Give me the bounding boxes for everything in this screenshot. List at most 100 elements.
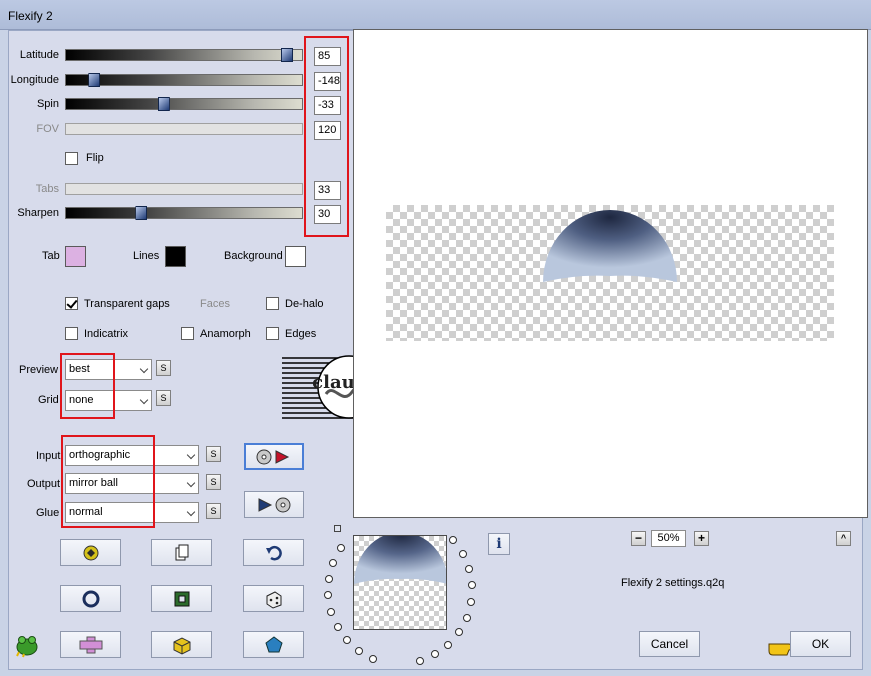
- settings-filename: Flexify 2 settings.q2q: [621, 577, 725, 589]
- tabs-slider: [65, 183, 303, 195]
- plus-shape-button[interactable]: [60, 631, 121, 658]
- ok-button[interactable]: OK: [790, 631, 851, 657]
- flip-label: Flip: [86, 152, 104, 164]
- longitude-label: Longitude: [10, 74, 59, 86]
- chevron-up-icon: ^: [840, 533, 847, 543]
- anamorph-checkbox[interactable]: [181, 327, 194, 340]
- latitude-slider[interactable]: [65, 48, 303, 62]
- chevron-down-icon: [139, 395, 149, 405]
- zoom-out-button[interactable]: −: [631, 531, 646, 546]
- ring-button[interactable]: [60, 585, 121, 612]
- square-frame-icon: [174, 591, 189, 606]
- box-icon: [173, 636, 190, 655]
- pentagon-button[interactable]: [243, 631, 304, 658]
- sharpen-label: Sharpen: [17, 207, 59, 219]
- highlight-box-projection: [61, 435, 155, 528]
- fov-slider: [65, 123, 303, 135]
- background-color-label: Background: [224, 250, 283, 262]
- random-button[interactable]: [60, 539, 121, 566]
- longitude-slider[interactable]: [65, 73, 303, 87]
- copy-icon: [175, 544, 188, 560]
- spin-label: Spin: [36, 98, 59, 110]
- input-small-button[interactable]: S: [206, 446, 221, 462]
- tabs-label: Tabs: [35, 183, 59, 195]
- anamorph-label: Anamorph: [200, 328, 251, 340]
- sharpen-slider-thumb[interactable]: [135, 206, 148, 220]
- grid-label: Grid: [38, 394, 59, 406]
- grid-small-button[interactable]: S: [156, 390, 171, 406]
- thumbnail-ring-dot[interactable]: [333, 622, 342, 631]
- tab-color-swatch[interactable]: [65, 246, 86, 267]
- collapse-button[interactable]: ^: [836, 531, 851, 546]
- plus-shape-icon: [79, 636, 102, 653]
- thumbnail-ring-dot[interactable]: [462, 613, 471, 622]
- convert-backward-button[interactable]: [244, 491, 304, 518]
- frog-icon[interactable]: [14, 632, 40, 661]
- box-button[interactable]: [151, 631, 212, 658]
- cancel-button[interactable]: Cancel: [639, 631, 700, 657]
- dehalo-checkbox[interactable]: [266, 297, 279, 310]
- input-label: Input: [36, 450, 61, 462]
- copy-button[interactable]: [151, 539, 212, 566]
- indicatrix-label: Indicatrix: [84, 328, 129, 340]
- thumbnail-ring-dot[interactable]: [458, 549, 467, 558]
- flip-checkbox[interactable]: [65, 152, 78, 165]
- window-title: Flexify 2: [8, 9, 53, 23]
- preview-label: Preview: [19, 364, 59, 376]
- edges-checkbox[interactable]: [266, 327, 279, 340]
- play-to-disc-icon: [258, 497, 291, 512]
- thumbnail-ring-dot[interactable]: [467, 597, 476, 606]
- zoom-level[interactable]: 50%: [651, 530, 686, 547]
- dice-icon: [266, 590, 281, 609]
- longitude-slider-thumb[interactable]: [88, 73, 101, 87]
- info-button[interactable]: i: [488, 533, 510, 555]
- dice-button[interactable]: [243, 585, 304, 612]
- faces-label: Faces: [200, 298, 230, 310]
- fov-label: FOV: [36, 123, 59, 135]
- thumbnail-handle[interactable]: [334, 525, 341, 532]
- glue-label: Glue: [36, 507, 60, 519]
- spin-slider-thumb[interactable]: [157, 97, 170, 111]
- background-color-swatch[interactable]: [285, 246, 306, 267]
- disc-to-play-icon: [256, 449, 290, 464]
- output-small-button[interactable]: S: [206, 474, 221, 490]
- thumbnail-ring-dot[interactable]: [327, 607, 336, 616]
- frame-button[interactable]: [151, 585, 212, 612]
- latitude-label: Latitude: [19, 49, 59, 61]
- convert-forward-button[interactable]: [244, 443, 304, 470]
- highlight-box-preview: [60, 353, 115, 419]
- sharpen-slider[interactable]: [65, 206, 303, 220]
- output-label: Output: [27, 478, 61, 490]
- zoom-in-button[interactable]: +: [694, 531, 709, 546]
- preview-sphere: [541, 206, 679, 306]
- transparent-gaps-checkbox[interactable]: [65, 297, 78, 310]
- chevron-down-icon: [139, 364, 149, 374]
- lines-color-swatch[interactable]: [165, 246, 186, 267]
- ring-icon: [82, 590, 99, 607]
- highlight-box-values: [304, 36, 349, 237]
- title-bar: Flexify 2: [0, 0, 871, 30]
- undo-button[interactable]: [243, 539, 304, 566]
- glue-small-button[interactable]: S: [206, 503, 221, 519]
- undo-icon: [265, 545, 282, 560]
- chevron-down-icon: [186, 478, 196, 488]
- lines-color-label: Lines: [133, 250, 160, 262]
- latitude-slider-thumb[interactable]: [281, 48, 294, 62]
- random-icon: [83, 545, 98, 560]
- thumbnail-ring-dot[interactable]: [324, 574, 333, 583]
- indicatrix-checkbox[interactable]: [65, 327, 78, 340]
- tab-color-label: Tab: [42, 250, 60, 262]
- chevron-down-icon: [186, 450, 196, 460]
- pentagon-icon: [264, 635, 283, 652]
- thumbnail-ring-dot[interactable]: [336, 543, 345, 552]
- spin-slider[interactable]: [65, 97, 303, 111]
- edges-label: Edges: [285, 328, 317, 340]
- thumbnail-preview[interactable]: [353, 535, 447, 630]
- preview-small-button[interactable]: S: [156, 360, 171, 376]
- thumbnail-ring-dot[interactable]: [464, 564, 473, 573]
- chevron-down-icon: [186, 507, 196, 517]
- transparent-gaps-label: Transparent gaps: [84, 298, 170, 310]
- thumbnail-ring-dot[interactable]: [467, 581, 476, 590]
- dehalo-label: De-halo: [285, 298, 324, 310]
- thumbnail-ring-dot[interactable]: [329, 558, 338, 567]
